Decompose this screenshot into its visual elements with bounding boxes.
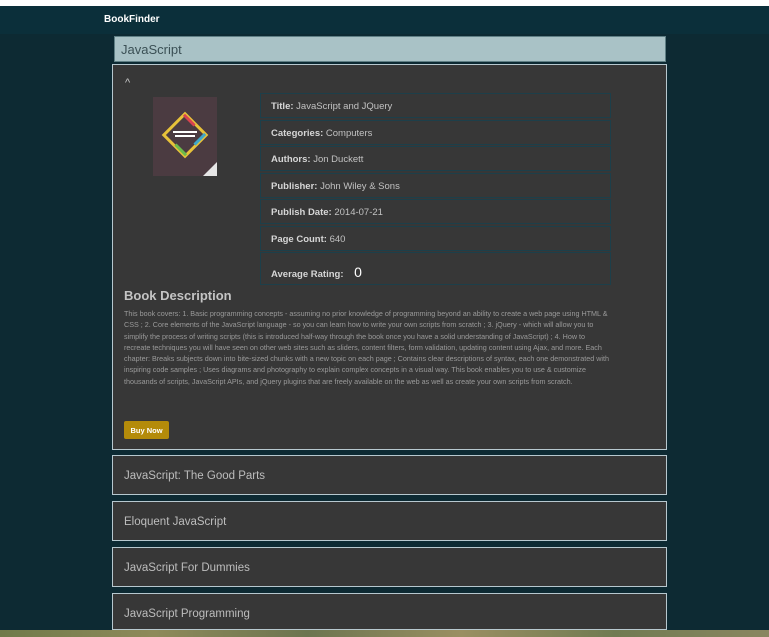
info-row-publisher: Publisher: John Wiley & Sons bbox=[260, 172, 611, 198]
book-panel-collapsed[interactable]: JavaScript For Dummies bbox=[112, 547, 667, 587]
navbar: BookFinder bbox=[0, 6, 769, 34]
info-label: Page Count: bbox=[271, 233, 327, 245]
book-title: Eloquent JavaScript bbox=[124, 516, 227, 528]
rating-value: 0 bbox=[354, 264, 362, 280]
collapse-caret-icon[interactable]: ^ bbox=[125, 77, 130, 89]
book-title: JavaScript: The Good Parts bbox=[124, 470, 266, 482]
info-row-authors: Authors: Jon Duckett bbox=[260, 146, 611, 171]
info-row-page-count: Page Count: 640 bbox=[260, 225, 611, 251]
desktop-background-strip bbox=[0, 630, 769, 637]
book-cover-image bbox=[153, 97, 217, 176]
book-panel-collapsed[interactable]: Eloquent JavaScript bbox=[112, 501, 667, 541]
info-value: John Wiley & Sons bbox=[320, 180, 400, 192]
info-value: 640 bbox=[329, 233, 346, 245]
description-text: This book covers: 1. Basic programming c… bbox=[124, 309, 610, 386]
info-value: Computers bbox=[325, 127, 373, 139]
info-row-average-rating: Average Rating: 0 bbox=[260, 252, 611, 285]
info-value: 2014-07-21 bbox=[334, 207, 383, 218]
buy-now-button[interactable]: Buy Now bbox=[124, 421, 169, 439]
book-title: JavaScript For Dummies bbox=[124, 562, 250, 574]
info-value: JavaScript and JQuery bbox=[296, 101, 393, 112]
info-value: Jon Duckett bbox=[313, 154, 364, 165]
info-label: Categories: bbox=[271, 127, 324, 139]
book-panel-collapsed[interactable]: JavaScript: The Good Parts bbox=[112, 455, 667, 495]
info-row-title: Title: JavaScript and JQuery bbox=[260, 93, 611, 118]
info-label: Title: bbox=[271, 101, 294, 112]
book-panel-expanded: ^ Title: JavaScript and JQuery Categorie… bbox=[112, 64, 667, 450]
info-label: Authors: bbox=[271, 154, 311, 165]
book-panel-collapsed[interactable]: JavaScript Programming bbox=[112, 593, 667, 630]
brand-logo[interactable]: BookFinder bbox=[104, 14, 160, 25]
description-heading: Book Description bbox=[124, 288, 232, 303]
info-label: Average Rating: bbox=[271, 269, 344, 280]
info-label: Publish Date: bbox=[271, 207, 332, 218]
book-title: JavaScript Programming bbox=[124, 608, 250, 620]
book-info-table: Title: JavaScript and JQuery Categories:… bbox=[260, 93, 611, 287]
search-input[interactable] bbox=[114, 36, 666, 62]
info-label: Publisher: bbox=[271, 180, 318, 192]
info-row-publish-date: Publish Date: 2014-07-21 bbox=[260, 199, 611, 224]
info-row-categories: Categories: Computers bbox=[260, 119, 611, 145]
